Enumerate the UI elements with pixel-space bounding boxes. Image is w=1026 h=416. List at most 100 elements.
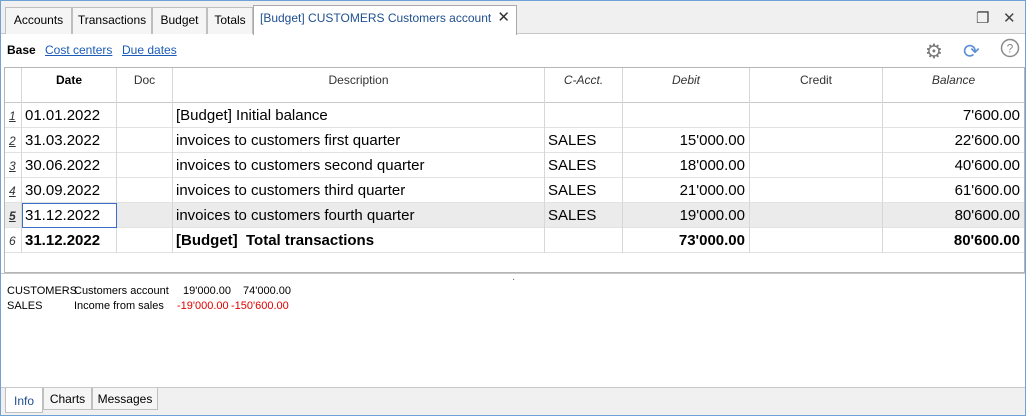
view-due-dates-link[interactable]: Due dates (122, 43, 177, 57)
info-account: SALES (7, 300, 43, 312)
tab-accounts[interactable]: Accounts (5, 7, 72, 34)
balance-cell[interactable]: 40'600.00 (883, 153, 1024, 178)
table-row[interactable]: 3 30.06.2022 invoices to customers secon… (5, 153, 1024, 178)
close-tab-icon[interactable]: ✕ (497, 8, 510, 26)
debit-cell[interactable]: 19'000.00 (623, 203, 750, 228)
view-cost-centers-link[interactable]: Cost centers (45, 43, 112, 57)
tab-totals[interactable]: Totals (207, 7, 253, 34)
tab-label: Totals (214, 13, 246, 27)
splitter-handle[interactable]: · (512, 274, 515, 285)
info-description: Income from sales (74, 300, 164, 312)
gear-icon[interactable]: ⚙ (925, 39, 943, 64)
info-amount: 19'000.00 (183, 285, 231, 297)
tab-label: Budget (160, 13, 199, 27)
tab-budget[interactable]: Budget (152, 7, 207, 34)
restore-window-icon[interactable]: ❐ (976, 9, 989, 27)
description-cell[interactable]: [Budget] Initial balance (173, 103, 545, 128)
header-description[interactable]: Description (173, 68, 545, 103)
doc-cell[interactable] (117, 203, 173, 228)
refresh-icon[interactable]: ⟳ (963, 39, 980, 64)
debit-cell[interactable]: 15'000.00 (623, 128, 750, 153)
view-switcher: Base Cost centers Due dates (1, 35, 1025, 65)
panel-splitter[interactable]: · (1, 273, 1025, 285)
help-icon[interactable]: ? (1000, 38, 1020, 64)
contra-account-cell[interactable] (545, 103, 623, 128)
header-contra-account[interactable]: C-Acct. (545, 68, 623, 103)
transactions-table: Date Doc Description C-Acct. Debit Credi… (4, 67, 1025, 273)
tab-label: Accounts (13, 13, 64, 27)
credit-cell[interactable] (750, 103, 883, 128)
header-balance[interactable]: Balance (883, 68, 1024, 103)
tab-label: Transactions (77, 13, 147, 27)
credit-cell[interactable] (750, 153, 883, 178)
doc-cell[interactable] (117, 178, 173, 203)
date-cell-focused[interactable]: 31.12.2022 (22, 203, 117, 228)
header-row-number (5, 68, 22, 103)
tab-charts[interactable]: Charts (43, 388, 92, 410)
table-row[interactable]: 4 30.09.2022 invoices to customers third… (5, 178, 1024, 203)
description-cell[interactable]: invoices to customers third quarter (173, 178, 545, 203)
info-amount-negative: -19'000.00 (177, 300, 229, 312)
tab-messages[interactable]: Messages (92, 388, 158, 410)
header-doc[interactable]: Doc (117, 68, 173, 103)
table-header: Date Doc Description C-Acct. Debit Credi… (5, 68, 1024, 103)
row-number[interactable]: 3 (5, 153, 22, 178)
debit-cell[interactable]: 18'000.00 (623, 153, 750, 178)
contra-account-cell[interactable]: SALES (545, 128, 623, 153)
header-debit[interactable]: Debit (623, 68, 750, 103)
tab-budget-customers-account[interactable]: [Budget] CUSTOMERS Customers account ✕ (253, 5, 517, 35)
debit-cell[interactable]: 73'000.00 (623, 228, 750, 253)
balance-cell[interactable]: 80'600.00 (883, 203, 1024, 228)
close-window-icon[interactable]: ✕ (1003, 9, 1016, 27)
date-cell[interactable]: 30.09.2022 (22, 178, 117, 203)
table-row[interactable]: 1 01.01.2022 [Budget] Initial balance 7'… (5, 103, 1024, 128)
credit-cell[interactable] (750, 178, 883, 203)
bottom-tab-strip: Info Charts Messages (1, 387, 1025, 415)
credit-cell[interactable] (750, 203, 883, 228)
tab-label: [Budget] CUSTOMERS Customers account (260, 11, 492, 25)
balance-cell[interactable]: 80'600.00 (883, 228, 1024, 253)
contra-account-cell[interactable]: SALES (545, 153, 623, 178)
header-date[interactable]: Date (22, 68, 117, 103)
date-cell[interactable]: 01.01.2022 (22, 103, 117, 128)
info-amount: 74'000.00 (243, 285, 291, 297)
document-tab-strip: Accounts Transactions Budget Totals [Bud… (1, 1, 1025, 35)
balance-cell[interactable]: 7'600.00 (883, 103, 1024, 128)
balance-cell[interactable]: 61'600.00 (883, 178, 1024, 203)
row-number[interactable]: 1 (5, 103, 22, 128)
contra-account-cell[interactable]: SALES (545, 203, 623, 228)
date-cell[interactable]: 31.12.2022 (22, 228, 117, 253)
svg-text:?: ? (1007, 42, 1014, 56)
row-number[interactable]: 6 (5, 228, 22, 253)
table-row-selected[interactable]: 5 31.12.2022 invoices to customers fourt… (5, 203, 1024, 228)
description-cell[interactable]: invoices to customers fourth quarter (173, 203, 545, 228)
credit-cell[interactable] (750, 128, 883, 153)
doc-cell[interactable] (117, 103, 173, 128)
doc-cell[interactable] (117, 228, 173, 253)
info-account: CUSTOMERS (7, 285, 78, 297)
info-description: Customers account (74, 285, 169, 297)
row-number[interactable]: 5 (5, 203, 22, 228)
debit-cell[interactable] (623, 103, 750, 128)
doc-cell[interactable] (117, 153, 173, 178)
contra-account-cell[interactable] (545, 228, 623, 253)
credit-cell[interactable] (750, 228, 883, 253)
doc-cell[interactable] (117, 128, 173, 153)
row-number[interactable]: 2 (5, 128, 22, 153)
table-row-total[interactable]: 6 31.12.2022 [Budget] Total transactions… (5, 228, 1024, 253)
description-cell[interactable]: invoices to customers first quarter (173, 128, 545, 153)
view-base[interactable]: Base (7, 43, 36, 57)
description-cell[interactable]: invoices to customers second quarter (173, 153, 545, 178)
tab-info[interactable]: Info (5, 388, 43, 413)
contra-account-cell[interactable]: SALES (545, 178, 623, 203)
description-cell[interactable]: [Budget] Total transactions (173, 228, 545, 253)
row-number[interactable]: 4 (5, 178, 22, 203)
header-credit[interactable]: Credit (750, 68, 883, 103)
tab-transactions[interactable]: Transactions (72, 7, 152, 34)
debit-cell[interactable]: 21'000.00 (623, 178, 750, 203)
date-cell[interactable]: 30.06.2022 (22, 153, 117, 178)
balance-cell[interactable]: 22'600.00 (883, 128, 1024, 153)
date-cell[interactable]: 31.03.2022 (22, 128, 117, 153)
table-row[interactable]: 2 31.03.2022 invoices to customers first… (5, 128, 1024, 153)
info-amount-negative: -150'600.00 (231, 300, 289, 312)
